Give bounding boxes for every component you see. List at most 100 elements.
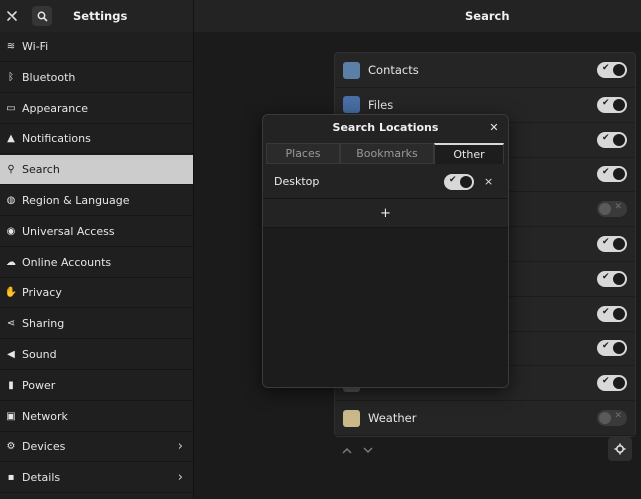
provider-toggle[interactable]: ✔ [597, 340, 627, 357]
sidebar-item-power[interactable]: ▮ Power [0, 371, 193, 401]
sidebar-item-privacy[interactable]: ✋ Privacy [0, 278, 193, 309]
sidebar-item-appearance[interactable]: ▭ Appearance [0, 94, 193, 124]
sidebar-item-label: Network [22, 409, 68, 423]
list-item[interactable]: Contacts ✔ [335, 53, 635, 88]
gear-icon [614, 443, 626, 455]
toggle-knob [613, 377, 625, 390]
sidebar-item-label: Appearance [22, 101, 89, 115]
sidebar-item-devices[interactable]: ⚙ Devices › [0, 432, 193, 463]
provider-toggle[interactable]: ✕ [597, 201, 627, 218]
add-location-button[interactable]: + [263, 199, 508, 228]
list-footer [334, 437, 634, 463]
sidebar-item-details[interactable]: ▪ Details › [0, 463, 193, 494]
chevron-down-icon [363, 446, 373, 453]
provider-toggle[interactable]: ✔ [597, 62, 627, 78]
location-toggle[interactable]: ✔ [444, 174, 474, 190]
list-item[interactable]: Weather ✕ [335, 401, 635, 436]
weather-icon [343, 409, 360, 427]
search-locations-dialog: Search Locations ✕ Places Bookmarks Other … [262, 114, 509, 388]
sidebar-item-label: Details [22, 471, 61, 485]
files-icon [343, 96, 360, 114]
sidebar-item-bluetooth[interactable]: ᛒ Bluetooth [0, 63, 193, 93]
check-icon: ✔ [602, 63, 610, 73]
list-item-label: Files [368, 97, 394, 112]
sidebar-item-network[interactable]: ▣ Network [0, 402, 193, 432]
provider-toggle[interactable]: ✔ [597, 270, 627, 287]
chevron-right-icon: › [177, 470, 183, 486]
toggle-knob [460, 176, 472, 188]
toggle-knob [613, 272, 625, 285]
header-bar: Settings Search [0, 0, 641, 33]
sidebar-item-region-language[interactable]: ◍ Region & Language [0, 186, 193, 216]
tab-places[interactable]: Places [266, 143, 340, 164]
dialog-empty-area [263, 228, 508, 387]
sidebar-item-sound[interactable]: ◀ Sound [0, 340, 193, 370]
toggle-knob [613, 133, 625, 146]
sidebar-item-online-accounts[interactable]: ☁ Online Accounts [0, 248, 193, 278]
search-button[interactable] [32, 6, 52, 26]
sidebar-item-search[interactable]: ⚲ Search [0, 155, 193, 186]
sidebar-item-label: Bluetooth [22, 70, 76, 84]
search-locations-button[interactable] [608, 437, 632, 461]
chevron-up-icon [342, 447, 352, 454]
appearance-icon: ▭ [6, 102, 16, 114]
provider-toggle[interactable]: ✔ [597, 305, 627, 322]
bell-icon: ▲ [7, 133, 15, 145]
check-icon: ✔ [602, 271, 610, 282]
provider-toggle[interactable]: ✔ [597, 131, 627, 148]
dialog-title: Search Locations [332, 121, 439, 134]
sidebar-item-label: Power [22, 378, 56, 392]
move-down-button[interactable] [359, 440, 377, 460]
sidebar-item-label: Sound [22, 348, 57, 361]
sidebar-item-wi-fi[interactable]: ≋ Wi-Fi [0, 32, 193, 62]
search-icon: ⚲ [7, 164, 15, 176]
network-icon: ▣ [6, 410, 16, 422]
sidebar-item-label: Notifications [22, 132, 91, 146]
tools-icon[interactable] [2, 6, 22, 26]
sidebar-item-label: Sharing [22, 317, 65, 331]
dialog-tabs: Places Bookmarks Other [266, 143, 504, 165]
close-icon[interactable]: ✕ [487, 121, 501, 135]
check-icon: ✔ [602, 306, 610, 317]
toggle-knob [613, 307, 625, 320]
toggle-knob [599, 412, 611, 424]
page-title: Search [465, 9, 510, 23]
provider-toggle[interactable]: ✔ [597, 166, 627, 183]
sidebar-item-label: Devices [22, 440, 66, 454]
sidebar-item-sharing[interactable]: ⋖ Sharing [0, 309, 193, 340]
sidebar-item-universal-access[interactable]: ◉ Universal Access [0, 217, 193, 247]
bluetooth-icon: ᛒ [8, 71, 14, 83]
globe-icon: ◍ [6, 195, 16, 206]
list-item-label: Contacts [368, 63, 419, 77]
provider-toggle[interactable]: ✔ [597, 375, 627, 392]
location-label: Desktop [274, 175, 320, 188]
location-row: Desktop ✔ × [263, 167, 508, 199]
sidebar-item-label: Region & Language [22, 194, 130, 207]
sidebar: ≋ Wi-Fi ᛒ Bluetooth ▭ Appearance ▲ Notification… [0, 32, 194, 499]
power-icon: ▮ [8, 379, 14, 391]
toggle-knob [599, 203, 611, 216]
hand-icon: ✋ [4, 287, 18, 299]
tab-bookmarks[interactable]: Bookmarks [340, 143, 434, 164]
provider-toggle[interactable]: ✔ [597, 96, 627, 113]
sidebar-item-label: Universal Access [22, 224, 115, 238]
check-icon: ✔ [602, 132, 610, 143]
move-up-button[interactable] [338, 440, 356, 460]
devices-icon: ⚙ [6, 441, 16, 453]
accessibility-icon: ◉ [6, 225, 16, 237]
list-item-label: Weather [368, 411, 417, 425]
check-icon: ✔ [449, 175, 457, 185]
contacts-icon [343, 61, 360, 79]
header-divider [193, 0, 194, 32]
chevron-right-icon: › [177, 439, 183, 455]
remove-location-button[interactable]: × [484, 175, 493, 188]
search-icon [37, 11, 48, 22]
off-icon: ✕ [614, 202, 622, 213]
cloud-icon: ☁ [6, 256, 16, 268]
speaker-icon: ◀ [7, 349, 15, 360]
provider-toggle[interactable]: ✔ [597, 236, 627, 252]
sidebar-item-notifications[interactable]: ▲ Notifications [0, 124, 193, 155]
provider-toggle[interactable]: ✕ [597, 410, 627, 426]
tab-other[interactable]: Other [434, 143, 504, 164]
share-icon: ⋖ [6, 318, 16, 330]
